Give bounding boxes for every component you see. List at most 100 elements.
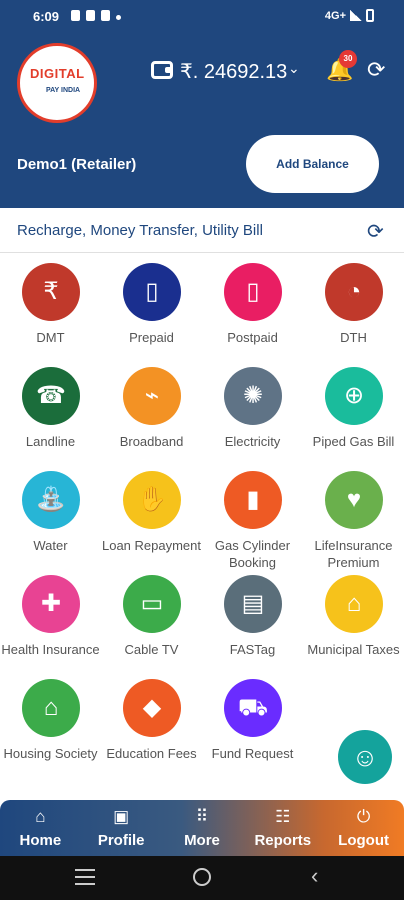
- service-tile-cable-tv[interactable]: ▭ Cable TV: [101, 575, 202, 675]
- status-notification-icons: [71, 10, 121, 21]
- municipal-building-icon: ⌂: [325, 575, 383, 633]
- service-label: Piped Gas Bill: [312, 434, 395, 449]
- nav-more[interactable]: ⠿ More: [162, 800, 243, 856]
- mobile-prepaid-icon: ▯: [123, 263, 181, 321]
- notification-icon: [71, 10, 80, 21]
- service-tile-lifeinsurance-premium[interactable]: ♥ LifeInsurance Premium: [303, 471, 404, 571]
- house-location-icon: ⌂: [22, 679, 80, 737]
- status-network: 4G+: [325, 9, 374, 22]
- support-agent-icon[interactable]: ☺: [338, 730, 392, 784]
- notification-icon: [86, 10, 95, 21]
- gas-cylinder-icon: ▮: [224, 471, 282, 529]
- gas-pipe-icon: ⊕: [325, 367, 383, 425]
- wallet-icon[interactable]: [151, 61, 173, 79]
- mobile-postpaid-icon: ▯: [224, 263, 282, 321]
- notification-icon: [101, 10, 110, 21]
- service-label: Water: [33, 538, 68, 553]
- section-title: Recharge, Money Transfer, Utility Bill: [17, 222, 263, 239]
- service-label: Housing Society: [3, 746, 98, 761]
- profile-icon: ▣: [113, 807, 130, 826]
- report-clipboard-icon: ☷: [275, 807, 291, 826]
- nav-label: Home: [19, 832, 62, 849]
- service-label: Fund Request: [211, 746, 294, 761]
- fastag-toll-icon: ▤: [224, 575, 282, 633]
- water-tap-icon: ⛲: [22, 471, 80, 529]
- loan-hand-icon: ✋: [123, 471, 181, 529]
- service-label: Loan Repayment: [101, 538, 201, 553]
- service-tile-electricity[interactable]: ✺ Electricity: [202, 367, 303, 467]
- system-nav-bar: ‹: [0, 856, 404, 900]
- service-label: LifeInsurance Premium: [314, 538, 393, 570]
- service-label: DTH: [340, 330, 367, 345]
- service-label: DMT: [36, 330, 65, 345]
- grid-more-icon: ⠿: [195, 807, 209, 826]
- heart-shield-icon: ♥: [325, 471, 383, 529]
- service-label: Landline: [25, 434, 76, 449]
- nav-label: Logout: [338, 832, 389, 849]
- service-label: Prepaid: [129, 330, 174, 345]
- service-tile-loan-repayment[interactable]: ✋ Loan Repayment: [101, 471, 202, 571]
- nav-profile[interactable]: ▣ Profile: [81, 800, 162, 856]
- service-label: Gas Cylinder Booking: [214, 538, 291, 570]
- service-tile-dth[interactable]: ◔ DTH: [303, 263, 404, 363]
- logo-line1: DIGITAL: [30, 66, 85, 81]
- service-tile-education-fees[interactable]: ◆ Education Fees: [101, 679, 202, 779]
- status-time: 6:09: [33, 9, 60, 24]
- service-tile-postpaid[interactable]: ▯ Postpaid: [202, 263, 303, 363]
- divider: [0, 252, 404, 253]
- service-tile-landline[interactable]: ☎ Landline: [0, 367, 101, 467]
- service-tile-piped-gas-bill[interactable]: ⊕ Piped Gas Bill: [303, 367, 404, 467]
- power-icon: ⏻: [356, 807, 371, 826]
- add-balance-button[interactable]: Add Balance: [246, 135, 379, 193]
- service-tile-housing-society[interactable]: ⌂ Housing Society: [0, 679, 101, 779]
- service-tile-fastag[interactable]: ▤ FASTag: [202, 575, 303, 675]
- network-type: 4G+: [324, 9, 346, 22]
- service-tile-gas-cylinder-booking[interactable]: ▮ Gas Cylinder Booking: [202, 471, 303, 571]
- service-tile-health-insurance[interactable]: ✚ Health Insurance: [0, 575, 101, 675]
- nav-label: Reports: [254, 832, 312, 849]
- nav-label: Profile: [97, 832, 145, 849]
- service-label: Health Insurance: [1, 642, 100, 657]
- section-refresh-icon[interactable]: ⟳: [367, 219, 384, 244]
- money-transfer-icon: ₹: [22, 263, 80, 321]
- home-icon: ⌂: [35, 807, 46, 826]
- service-label: Municipal Taxes: [307, 642, 400, 657]
- education-cap-icon: ◆: [123, 679, 181, 737]
- refresh-icon[interactable]: ⟳: [367, 57, 385, 83]
- nav-logout[interactable]: ⏻ Logout: [323, 800, 404, 856]
- user-name: Demo1 (Retailer): [17, 156, 137, 173]
- service-label: Cable TV: [124, 642, 179, 657]
- service-tile-municipal-taxes[interactable]: ⌂ Municipal Taxes: [303, 575, 404, 675]
- status-bar: 6:09 4G+: [0, 0, 404, 34]
- logo-line2: PAY INDIA: [46, 87, 81, 94]
- service-label: FASTag: [229, 642, 276, 657]
- service-tile-water[interactable]: ⛲ Water: [0, 471, 101, 571]
- service-tile-broadband[interactable]: ⌁ Broadband: [101, 367, 202, 467]
- wallet-balance[interactable]: ₹. 24692.13: [180, 59, 287, 84]
- nav-reports[interactable]: ☷ Reports: [242, 800, 323, 856]
- service-label: Electricity: [224, 434, 281, 449]
- system-home-icon[interactable]: [193, 868, 211, 886]
- service-label: Education Fees: [106, 746, 197, 761]
- notification-badge: 30: [339, 50, 357, 68]
- battery-icon: [366, 9, 374, 22]
- back-icon[interactable]: ‹: [311, 863, 318, 889]
- service-tile-dmt[interactable]: ₹ DMT: [0, 263, 101, 363]
- light-bulb-icon: ✺: [224, 367, 282, 425]
- service-tile-prepaid[interactable]: ▯ Prepaid: [101, 263, 202, 363]
- health-card-icon: ✚: [22, 575, 80, 633]
- cable-tv-icon: ▭: [123, 575, 181, 633]
- service-tile-fund-request[interactable]: ⛟ Fund Request: [202, 679, 303, 779]
- bottom-nav: ⌂ Home ▣ Profile ⠿ More ☷ Reports ⏻ Logout: [0, 800, 404, 856]
- router-icon: ⌁: [123, 367, 181, 425]
- services-section-header: Recharge, Money Transfer, Utility Bill ⟳: [0, 208, 404, 252]
- more-notifications-dot-icon: [116, 14, 121, 20]
- app-logo: DIGITAL PAY INDIA: [17, 43, 97, 123]
- app-header: DIGITAL PAY INDIA ₹. 24692.13 ⌄ 🔔 30 ⟳ D…: [0, 34, 404, 208]
- signal-icon: [350, 10, 362, 21]
- chevron-down-icon[interactable]: ⌄: [288, 60, 300, 77]
- service-label: Postpaid: [227, 330, 278, 345]
- recent-apps-icon[interactable]: [75, 869, 95, 885]
- service-label: Broadband: [119, 434, 184, 449]
- nav-home[interactable]: ⌂ Home: [0, 800, 81, 856]
